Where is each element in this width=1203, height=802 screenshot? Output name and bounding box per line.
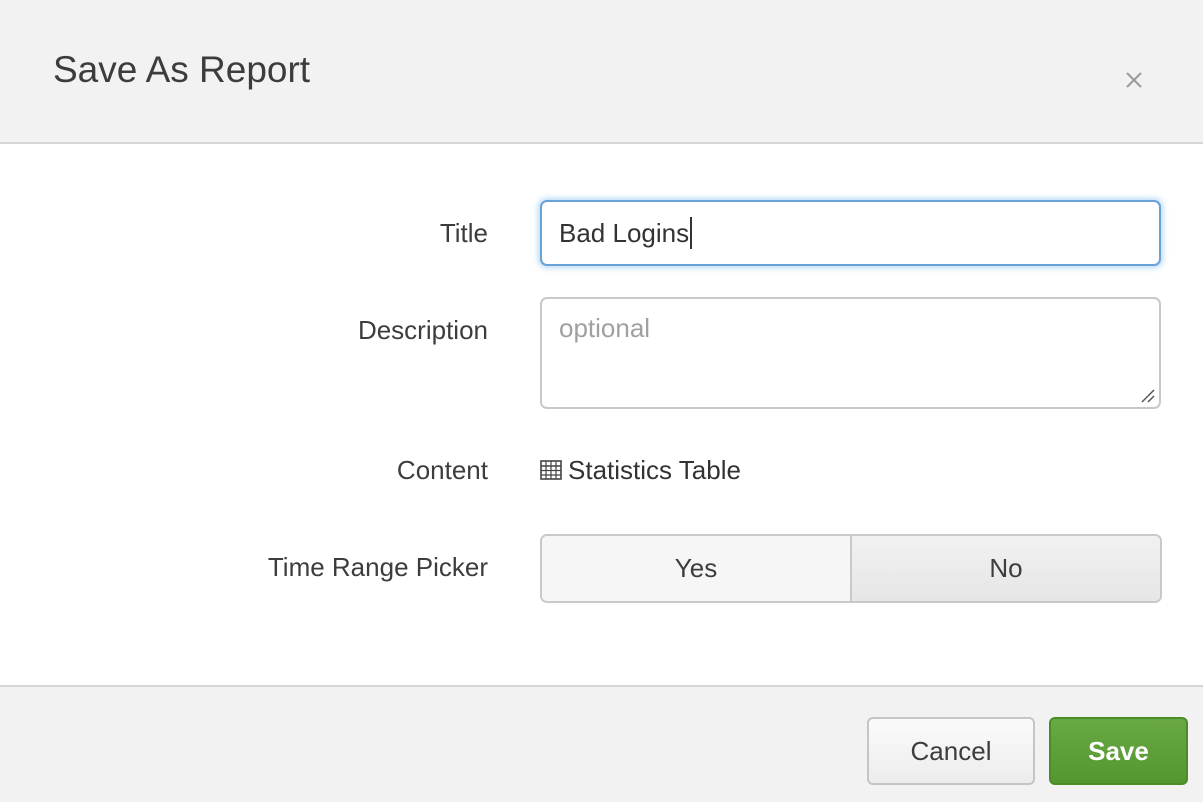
description-label: Description xyxy=(357,315,488,345)
table-icon xyxy=(540,460,562,480)
title-input[interactable]: Bad Logins xyxy=(540,200,1161,266)
time-range-no-option[interactable]: No xyxy=(852,536,1160,601)
content-value-text: Statistics Table xyxy=(568,454,741,485)
save-button[interactable]: Save xyxy=(1049,717,1188,785)
time-range-picker-toggle: Yes No xyxy=(540,534,1162,603)
description-placeholder: optional xyxy=(559,313,651,343)
cancel-button[interactable]: Cancel xyxy=(867,717,1035,785)
time-range-yes-option[interactable]: Yes xyxy=(542,536,852,601)
content-label: Content xyxy=(396,455,488,485)
text-caret xyxy=(690,217,693,249)
title-label: Title xyxy=(439,218,488,248)
resize-grip-icon[interactable] xyxy=(1139,387,1155,403)
content-value: Statistics Table xyxy=(540,451,741,489)
dialog-title: Save As Report xyxy=(53,49,311,90)
time-range-picker-label: Time Range Picker xyxy=(267,552,488,582)
close-icon[interactable] xyxy=(1116,62,1152,98)
dialog-header: Save As Report xyxy=(0,0,1203,144)
save-as-report-dialog: Save As Report Title Bad Logins Descript… xyxy=(0,0,1203,802)
title-input-value: Bad Logins xyxy=(559,217,690,248)
description-textarea[interactable]: optional xyxy=(540,297,1161,409)
